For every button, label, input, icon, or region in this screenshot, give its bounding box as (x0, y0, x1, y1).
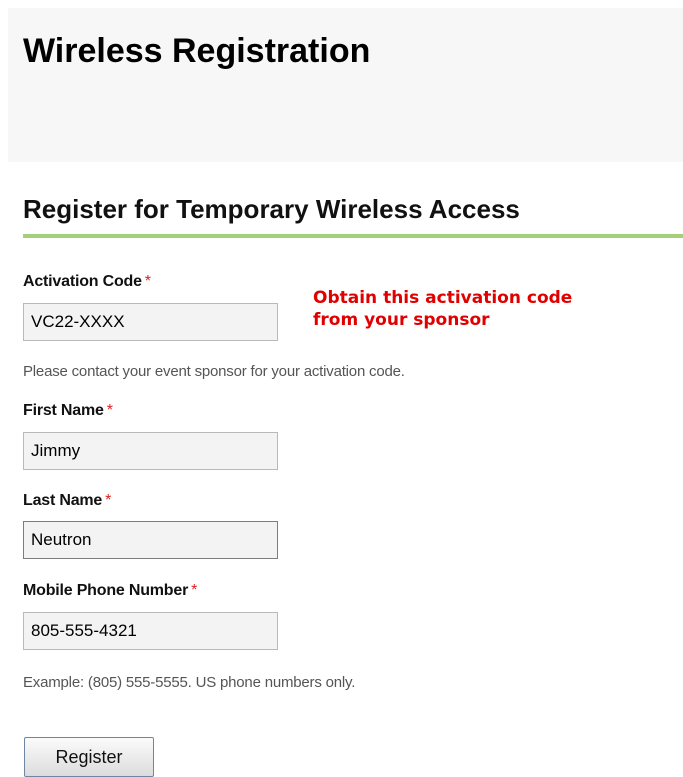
annotation-line-2: from your sponsor (313, 310, 490, 330)
required-marker: * (144, 273, 151, 290)
page-title: Wireless Registration (23, 32, 371, 70)
required-marker: * (105, 492, 112, 509)
section-divider (23, 234, 683, 238)
activation-code-help: Please contact your event sponsor for yo… (23, 363, 405, 380)
mobile-phone-label: Mobile Phone Number * (23, 581, 197, 601)
last-name-label-text: Last Name (23, 492, 103, 509)
first-name-label: First Name * (23, 401, 113, 421)
mobile-phone-help: Example: (805) 555-5555. US phone number… (23, 674, 356, 691)
activation-code-input[interactable] (23, 303, 278, 341)
mobile-phone-label-text: Mobile Phone Number (23, 582, 189, 599)
annotation-line-1: Obtain this activation code (313, 288, 573, 308)
activation-code-annotation: Obtain this activation code from your sp… (313, 287, 673, 331)
required-marker: * (106, 402, 113, 419)
mobile-phone-input[interactable] (23, 612, 278, 650)
first-name-input[interactable] (23, 432, 278, 470)
register-button[interactable]: Register (24, 737, 154, 777)
last-name-label: Last Name * (23, 491, 111, 511)
required-marker: * (191, 582, 198, 599)
last-name-input[interactable] (23, 521, 278, 559)
activation-code-label: Activation Code * (23, 272, 151, 292)
activation-code-label-text: Activation Code (23, 273, 142, 290)
section-title: Register for Temporary Wireless Access (23, 194, 520, 224)
first-name-label-text: First Name (23, 402, 104, 419)
